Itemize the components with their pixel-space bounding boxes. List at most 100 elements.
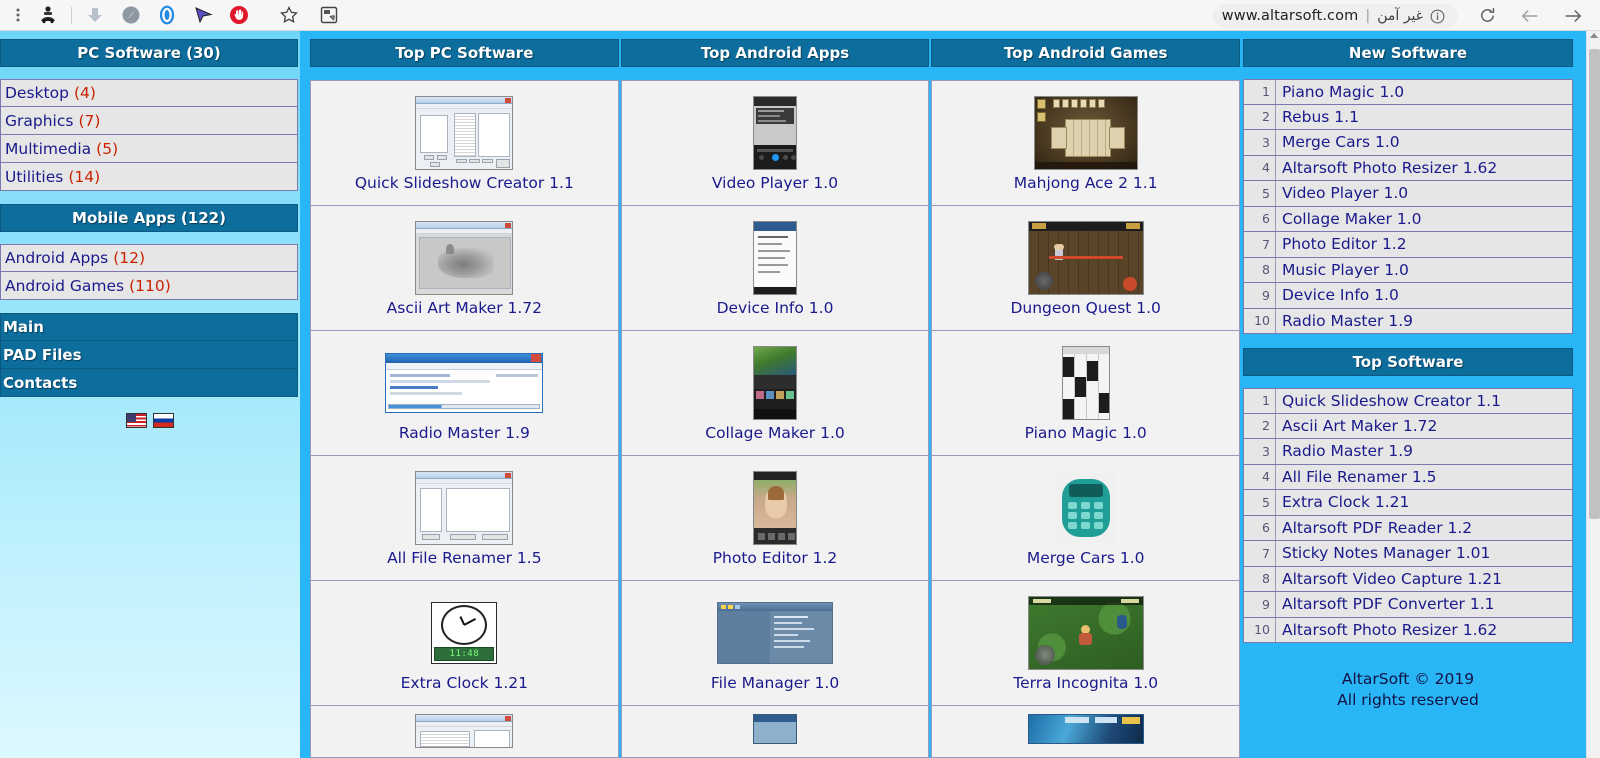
- column-card-list: Mahjong Ace 2 1.1 Dungeon Quest 1.0 Pian…: [931, 79, 1241, 758]
- top-software-header: Top Software: [1243, 348, 1573, 376]
- list-item[interactable]: 6 Altarsoft PDF Reader 1.2: [1243, 515, 1573, 541]
- app-card[interactable]: Ascii Art Maker 1.72: [311, 205, 618, 331]
- menu-dots-icon[interactable]: [6, 0, 30, 31]
- game-screenshot: [1027, 713, 1144, 744]
- omnibox-divider: |: [1365, 8, 1371, 24]
- list-item[interactable]: 4 Altarsoft Photo Resizer 1.62: [1243, 155, 1573, 181]
- app-card[interactable]: 11:48 Extra Clock 1.21: [311, 580, 618, 706]
- opera-turbo-icon[interactable]: [149, 0, 185, 31]
- column-header: Top Android Apps: [620, 39, 930, 67]
- phone-screenshot: [753, 345, 797, 420]
- list-item[interactable]: 6 Collage Maker 1.0: [1243, 206, 1573, 232]
- sidebar-item-utilities[interactable]: Utilities (14): [0, 163, 298, 191]
- vertical-scrollbar[interactable]: [1586, 31, 1600, 758]
- list-item[interactable]: 9 Device Info 1.0: [1243, 283, 1573, 309]
- copyright-line-1: AltarSoft © 2019: [1341, 670, 1475, 688]
- compass-icon[interactable]: [113, 0, 149, 31]
- list-item[interactable]: 10 Radio Master 1.9: [1243, 308, 1573, 334]
- copyright-line-2: All rights reserved: [1337, 690, 1479, 709]
- scrollbar-up-arrow-icon[interactable]: [1590, 33, 1598, 38]
- column-header: Top PC Software: [310, 39, 619, 67]
- list-item[interactable]: 7 Sticky Notes Manager 1.01: [1243, 541, 1573, 567]
- app-thumbnail: [753, 344, 797, 422]
- address-bar[interactable]: www.altarsoft.com | غير آمن: [1212, 4, 1458, 28]
- list-item[interactable]: 3 Merge Cars 1.0: [1243, 130, 1573, 156]
- app-card[interactable]: Quick Slideshow Creator 1.1: [311, 80, 618, 206]
- sidebar-item-desktop[interactable]: Desktop (4): [0, 79, 298, 107]
- list-item[interactable]: 8 Altarsoft Video Capture 1.21: [1243, 566, 1573, 592]
- sidebar-item-label: Graphics: [5, 111, 74, 130]
- column-card-list: Video Player 1.0 Device Info 1.0 Collage…: [620, 79, 930, 758]
- list-item[interactable]: 9 Altarsoft PDF Converter 1.1: [1243, 592, 1573, 618]
- list-item[interactable]: 1 Piano Magic 1.0: [1243, 79, 1573, 105]
- back-button[interactable]: [1515, 0, 1545, 31]
- url-text: www.altarsoft.com: [1221, 8, 1359, 24]
- app-card[interactable]: Mahjong Ace 2 1.1: [932, 80, 1240, 206]
- sidebar-item-android-apps[interactable]: Android Apps (12): [0, 244, 298, 272]
- list-item[interactable]: 4 All File Renamer 1.5: [1243, 464, 1573, 490]
- list-item[interactable]: 1 Quick Slideshow Creator 1.1: [1243, 388, 1573, 414]
- list-item[interactable]: 8 Music Player 1.0: [1243, 257, 1573, 283]
- game-screenshot: [1027, 220, 1144, 295]
- forward-button[interactable]: [1558, 0, 1588, 31]
- sidebar-item-count: (110): [129, 276, 171, 295]
- app-card[interactable]: Piano Magic 1.0: [932, 330, 1240, 456]
- toolbar-divider: [71, 6, 72, 24]
- app-card[interactable]: Merge Cars 1.0: [932, 455, 1240, 581]
- security-status-label: غير آمن: [1377, 8, 1423, 24]
- list-item[interactable]: 5 Extra Clock 1.21: [1243, 490, 1573, 516]
- list-item[interactable]: 5 Video Player 1.0: [1243, 181, 1573, 207]
- app-card[interactable]: Terra Incognita 1.0: [932, 580, 1240, 706]
- list-item[interactable]: 10 Altarsoft Photo Resizer 1.62: [1243, 617, 1573, 643]
- app-card[interactable]: Photo Editor 1.2: [621, 455, 929, 581]
- app-card[interactable]: File Manager 1.0: [621, 580, 929, 706]
- adblock-icon[interactable]: [221, 0, 257, 31]
- column-header: Top Android Games: [931, 39, 1241, 67]
- app-thumbnail: [753, 94, 797, 172]
- app-thumbnail: [753, 219, 797, 297]
- app-card[interactable]: Video Player 1.0: [621, 80, 929, 206]
- list-item[interactable]: 2 Rebus 1.1: [1243, 104, 1573, 130]
- column-top-pc-software: Top PC Software Quick Slideshow Creator …: [310, 31, 619, 758]
- list-item-label: Altarsoft PDF Reader 1.2: [1282, 518, 1473, 537]
- app-card[interactable]: Collage Maker 1.0: [621, 330, 929, 456]
- list-item-label: Photo Editor 1.2: [1282, 235, 1407, 254]
- sidebar-item-contacts[interactable]: Contacts: [0, 369, 298, 397]
- flag-us-icon[interactable]: [126, 413, 147, 428]
- app-card-partial[interactable]: [311, 705, 618, 757]
- list-item-rank: 8: [1244, 566, 1276, 591]
- app-card[interactable]: All File Renamer 1.5: [311, 455, 618, 581]
- phone-screenshot: [753, 713, 797, 744]
- app-card[interactable]: Dungeon Quest 1.0: [932, 205, 1240, 331]
- app-card[interactable]: Device Info 1.0: [621, 205, 929, 331]
- extension-icon[interactable]: [309, 0, 349, 31]
- cursor-icon[interactable]: [185, 0, 221, 31]
- new-software-list: 1 Piano Magic 1.0 2 Rebus 1.1 3 Merge Cars …: [1243, 79, 1573, 334]
- flag-ru-icon[interactable]: [153, 413, 174, 428]
- sidebar-item-android-games[interactable]: Android Games (110): [0, 272, 298, 300]
- app-card[interactable]: Radio Master 1.9: [311, 330, 618, 456]
- list-item-label: Extra Clock 1.21: [1282, 493, 1410, 512]
- list-item-label: Radio Master 1.9: [1282, 311, 1413, 330]
- scrollbar-thumb[interactable]: [1589, 49, 1600, 519]
- list-item-rank: 4: [1244, 464, 1276, 489]
- reload-button[interactable]: [1472, 0, 1502, 31]
- app-card-label: Dungeon Quest 1.0: [1010, 298, 1161, 317]
- bookmark-star-icon[interactable]: [269, 0, 309, 31]
- app-card-partial[interactable]: [932, 705, 1240, 757]
- app-card-partial[interactable]: [621, 705, 929, 757]
- app-card-label: Quick Slideshow Creator 1.1: [354, 173, 574, 192]
- list-item[interactable]: 3 Radio Master 1.9: [1243, 439, 1573, 465]
- info-circle-icon[interactable]: [1430, 9, 1445, 24]
- app-thumbnail: [717, 594, 833, 672]
- sidebar-item-main[interactable]: Main: [0, 313, 298, 341]
- list-item[interactable]: 2 Ascii Art Maker 1.72: [1243, 413, 1573, 439]
- download-icon[interactable]: [77, 0, 113, 31]
- list-item[interactable]: 7 Photo Editor 1.2: [1243, 232, 1573, 258]
- profile-car-icon[interactable]: [30, 0, 66, 31]
- sidebar-item-pad-files[interactable]: PAD Files: [0, 341, 298, 369]
- sidebar-item-multimedia[interactable]: Multimedia (5): [0, 135, 298, 163]
- app-thumbnail: [1027, 713, 1144, 754]
- game-screenshot: [1056, 472, 1115, 543]
- sidebar-item-graphics[interactable]: Graphics (7): [0, 107, 298, 135]
